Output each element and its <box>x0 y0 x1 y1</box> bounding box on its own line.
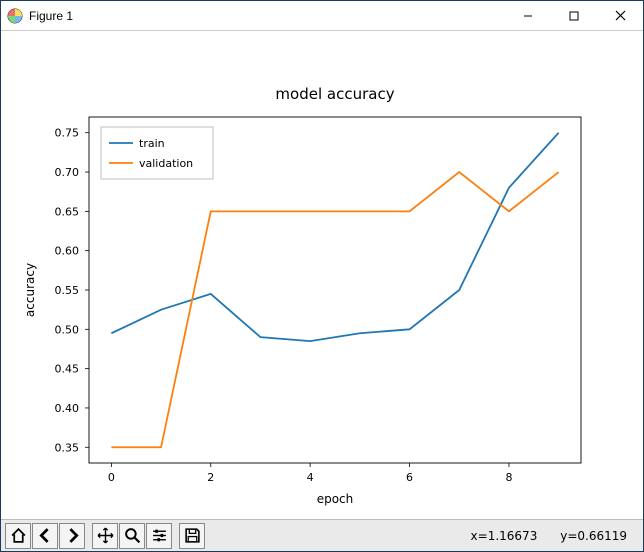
ytick-label: 0.40 <box>55 402 80 415</box>
zoom-button[interactable] <box>119 523 145 549</box>
forward-button[interactable] <box>59 523 85 549</box>
legend-label: train <box>139 137 165 150</box>
ytick-label: 0.45 <box>55 363 80 376</box>
ytick-label: 0.65 <box>55 205 80 218</box>
ytick-label: 0.50 <box>55 323 80 336</box>
back-button[interactable] <box>32 523 58 549</box>
ytick-label: 0.60 <box>55 245 80 258</box>
cursor-coords: x=1.16673 y=0.66119 <box>471 529 639 543</box>
xtick-label: 4 <box>307 471 314 484</box>
chart-svg: model accuracy 0 2 4 6 8 epoch 0.35 0.40 0.45 0.50… <box>1 31 643 519</box>
ytick-label: 0.75 <box>55 127 80 140</box>
window-title: Figure 1 <box>29 9 505 23</box>
figure-window: Figure 1 model accuracy 0 2 4 6 8 epoch 0.35 0.4… <box>0 0 644 552</box>
titlebar: Figure 1 <box>1 1 643 31</box>
plot-area[interactable]: model accuracy 0 2 4 6 8 epoch 0.35 0.40 0.45 0.50… <box>1 31 643 519</box>
ytick-label: 0.70 <box>55 166 80 179</box>
ytick-label: 0.55 <box>55 284 80 297</box>
pan-button[interactable] <box>92 523 118 549</box>
series-validation <box>111 172 558 447</box>
xtick-label: 6 <box>406 471 413 484</box>
xtick-label: 8 <box>505 471 512 484</box>
save-button[interactable] <box>179 523 205 549</box>
xlabel: epoch <box>317 492 354 506</box>
legend-box <box>101 127 213 179</box>
maximize-button[interactable] <box>551 1 597 31</box>
legend-label: validation <box>139 157 193 170</box>
ylabel: accuracy <box>23 263 37 317</box>
xtick-label: 2 <box>207 471 214 484</box>
xtick-label: 0 <box>108 471 115 484</box>
ytick-label: 0.35 <box>55 441 80 454</box>
app-icon <box>7 8 23 24</box>
nav-toolbar: x=1.16673 y=0.66119 <box>1 519 643 551</box>
minimize-button[interactable] <box>505 1 551 31</box>
home-button[interactable] <box>5 523 31 549</box>
close-button[interactable] <box>597 1 643 31</box>
chart-title: model accuracy <box>275 85 394 103</box>
configure-subplots-button[interactable] <box>146 523 172 549</box>
